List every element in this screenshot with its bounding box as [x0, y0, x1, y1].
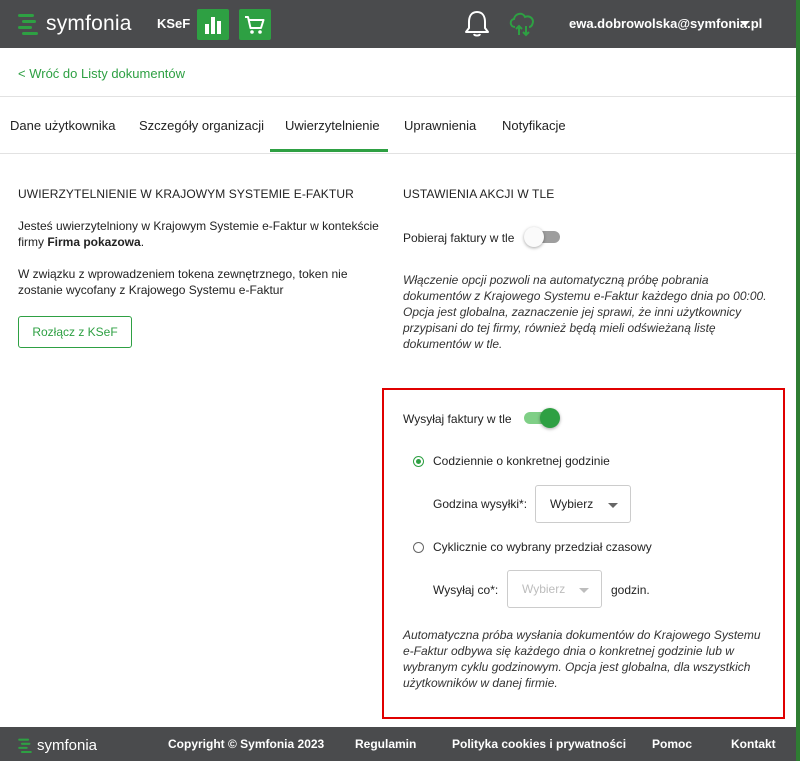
token-info-line1: W związku z wprowadzeniem tokena zewnętr…: [18, 267, 348, 281]
download-desc-line: Opcja jest globalna, zaznaczenie jej spr…: [403, 305, 742, 319]
bell-icon: [465, 11, 489, 37]
divider: [0, 153, 796, 154]
daily-option-label[interactable]: Codziennie o konkretnej godzinie: [433, 454, 610, 468]
symfonia-logo-icon: [18, 738, 32, 753]
token-info-text: W związku z wprowadzeniem tokena zewnętr…: [18, 266, 388, 298]
download-in-background-label: Pobieraj faktury w tle: [403, 231, 515, 245]
back-to-documents-link[interactable]: < Wróć do Listy dokumentów: [18, 66, 185, 81]
download-desc-line: dokumentów w tle.: [403, 337, 503, 351]
tab-authentication[interactable]: Uwierzytelnienie: [285, 118, 380, 133]
terms-link[interactable]: Regulamin: [355, 737, 416, 751]
shop-app-button[interactable]: [239, 9, 271, 40]
background-settings-title: USTAWIENIA AKCJI W TLE: [403, 187, 555, 201]
send-hour-value: Wybierz: [550, 497, 594, 511]
copyright-text: Copyright © Symfonia 2023: [168, 737, 325, 751]
tab-organization-details[interactable]: Szczegóły organizacji: [139, 118, 264, 133]
auth-status-text: Jesteś uwierzytelniony w Krajowym System…: [18, 218, 388, 250]
toggle-knob: [524, 227, 544, 247]
cyclic-option-label[interactable]: Cyklicznie co wybrany przedział czasowy: [433, 540, 652, 554]
send-hour-select[interactable]: Wybierz: [535, 485, 631, 523]
symfonia-logo-icon: [18, 14, 38, 35]
send-interval-value: Wybierz: [522, 582, 566, 596]
token-info-line2: zostanie wycofany z Krajowego Systemu e-…: [18, 283, 284, 297]
send-hour-label: Godzina wysyłki*:: [433, 497, 528, 511]
contact-link[interactable]: Kontakt: [731, 737, 776, 751]
analytics-app-button[interactable]: [197, 9, 229, 40]
interval-unit: godzin.: [611, 583, 650, 597]
footer-brand: symfonia: [37, 737, 98, 754]
tab-permissions[interactable]: Uprawnienia: [404, 118, 476, 133]
app-label: KSeF: [157, 16, 191, 31]
download-in-background-toggle[interactable]: [524, 227, 562, 247]
send-interval-select[interactable]: Wybierz: [507, 570, 602, 608]
active-tab-indicator: [270, 149, 388, 152]
company-name: Firma pokazowa: [47, 235, 141, 249]
cart-icon: [245, 15, 265, 34]
footer-logo: symfonia: [18, 737, 97, 754]
send-description: Automatyczna próba wysłania dokumentów d…: [403, 627, 778, 691]
send-in-background-label: Wysyłaj faktury w tle: [403, 412, 512, 426]
send-desc-line: Automatyczna próba wysłania dokumentów d…: [403, 628, 761, 642]
send-interval-label: Wysyłaj co*:: [433, 583, 499, 597]
auth-status-suffix: .: [140, 235, 145, 249]
auth-status-prefix: firmy: [18, 235, 48, 249]
help-link[interactable]: Pomoc: [652, 737, 692, 751]
tab-user-data[interactable]: Dane użytkownika: [10, 118, 116, 133]
download-description: Włączenie opcji pozwoli na automatyczną …: [403, 272, 783, 352]
cookies-policy-link[interactable]: Polityka cookies i prywatności: [452, 737, 626, 751]
auth-status-line1: Jesteś uwierzytelniony w Krajowym System…: [18, 219, 379, 233]
divider: [0, 96, 796, 97]
send-in-background-toggle[interactable]: [522, 408, 560, 428]
top-bar: symfonia KSeF ewa.dobrowolska@symfonia.p…: [0, 0, 796, 48]
user-menu[interactable]: ewa.dobrowolska@symfonia.pl: [569, 16, 762, 31]
auth-section-title: UWIERZYTELNIENIE W KRAJOWYM SYSTEMIE E-F…: [18, 187, 354, 201]
footer: symfonia Copyright © Symfonia 2023 Regul…: [0, 727, 796, 761]
toggle-knob: [540, 408, 560, 428]
scrollbar-strip: [796, 0, 800, 761]
cyclic-radio[interactable]: [413, 542, 424, 553]
bar-chart-icon: [205, 16, 221, 34]
disconnect-ksef-button[interactable]: Rozłącz z KSeF: [18, 316, 132, 348]
notifications-button[interactable]: [462, 10, 492, 41]
send-desc-line: użytkowników w danej firmie.: [403, 676, 558, 690]
daily-radio[interactable]: [413, 456, 424, 467]
send-desc-line: e-Faktur odbywa się każdego dnia o konkr…: [403, 644, 734, 658]
tab-notifications[interactable]: Notyfikacje: [502, 118, 566, 133]
chevron-down-icon[interactable]: [740, 21, 750, 26]
brand-name: symfonia: [46, 12, 132, 35]
cloud-sync-icon: [509, 12, 534, 37]
symfonia-logo[interactable]: symfonia: [18, 12, 132, 36]
chevron-down-icon: [579, 588, 589, 593]
chevron-down-icon: [608, 503, 618, 508]
sync-button[interactable]: [507, 9, 539, 42]
download-desc-line: przypisani do tej firmy, również będą mi…: [403, 321, 716, 335]
download-desc-line: dokumentów z Krajowego Systemu e-Faktur …: [403, 289, 767, 303]
download-desc-line: Włączenie opcji pozwoli na automatyczną …: [403, 273, 709, 287]
send-desc-line: wybranym cyklu godzinowym. Opcja jest gl…: [403, 660, 751, 674]
